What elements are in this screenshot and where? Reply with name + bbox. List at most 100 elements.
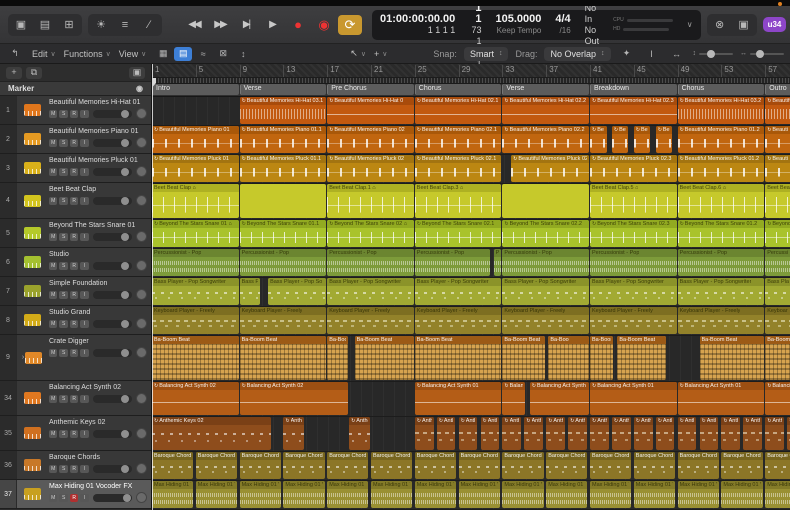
- volume-slider[interactable]: [93, 139, 132, 147]
- region[interactable]: Ba-Boom Beat: [152, 336, 239, 380]
- region[interactable]: Bass Player - Pop Songwriter: [678, 278, 765, 305]
- mute-button[interactable]: M: [49, 465, 57, 473]
- track-name[interactable]: Balancing Act Synth 02: [49, 383, 147, 392]
- track-lane[interactable]: Bass Player - Pop SongwriterBass PBass P…: [152, 278, 790, 307]
- mute-button[interactable]: M: [49, 262, 57, 270]
- pointer-tool-menu[interactable]: ↖∨: [350, 48, 366, 59]
- input-monitor-button[interactable]: I: [80, 395, 88, 403]
- track-header-row[interactable]: 4Beet Beat ClapMSRI: [0, 183, 151, 219]
- region[interactable]: Ba-Boom Beat: [240, 336, 327, 380]
- track-header-row[interactable]: 1Beautiful Memories Hi-Hat 01MSRI: [0, 96, 151, 125]
- region[interactable]: Ba-Boom Beat: [590, 336, 613, 380]
- record-enable-button[interactable]: R: [70, 395, 78, 403]
- region[interactable]: Keyboard Player - Freely: [590, 307, 677, 334]
- marquee-icon[interactable]: ⊠: [214, 47, 232, 61]
- volume-slider[interactable]: [93, 233, 132, 241]
- input-monitor-button[interactable]: I: [80, 320, 88, 328]
- functions-menu[interactable]: Functions∨: [64, 49, 111, 59]
- region[interactable]: ↻Beautiful Memories Hi-Hat 02.1: [415, 97, 502, 124]
- region[interactable]: Keyboard Player - Freely: [415, 307, 502, 334]
- region[interactable]: Keyboar: [765, 307, 790, 334]
- region[interactable]: ↻Beyond The Stars Snare 02 ⌂: [327, 220, 414, 247]
- region[interactable]: ↻Anthe: [349, 417, 370, 450]
- track-header-row[interactable]: 3Beautiful Memories Pluck 01MSRI: [0, 154, 151, 183]
- region[interactable]: ↻Balancing Act: [502, 382, 525, 415]
- region[interactable]: ↻Beautiful Memories Piano 01: [152, 126, 239, 153]
- region[interactable]: Baroque Chords: [590, 452, 631, 479]
- solo-button[interactable]: S: [59, 320, 67, 328]
- track-header-row[interactable]: 5Beyond The Stars Snare 01MSRI: [0, 219, 151, 248]
- region[interactable]: Baroque Chords: [415, 452, 456, 479]
- region[interactable]: Keyboard Player - Freely: [152, 307, 239, 334]
- mute-button[interactable]: M: [49, 139, 57, 147]
- track-lane[interactable]: ↻Beautiful Memories Hi-Hat 03.1↻Beautifu…: [152, 97, 790, 126]
- arrangement-marker[interactable]: Chorus: [415, 84, 502, 95]
- stop-button[interactable]: ▶|: [234, 15, 258, 35]
- region[interactable]: ↻Balancing Act Synth 01: [678, 382, 765, 415]
- region[interactable]: ↻Anthe: [415, 417, 434, 450]
- region[interactable]: Ba-Boom Beat: [700, 336, 765, 380]
- mute-button[interactable]: M: [49, 110, 57, 118]
- region[interactable]: Baroque Chords: [634, 452, 675, 479]
- mute-button[interactable]: M: [49, 291, 57, 299]
- track-lane[interactable]: Baroque ChordsBaroque ChordsBaroque Chor…: [152, 452, 790, 481]
- rewind-button[interactable]: ◀◀: [182, 15, 206, 35]
- track-header-row[interactable]: 7Simple FoundationMSRI: [0, 277, 151, 306]
- track-header-row[interactable]: 8Studio GrandMSRI: [0, 306, 151, 335]
- track-header-row[interactable]: 37Max Hiding 01 Vocoder FXMSRI: [0, 480, 151, 509]
- volume-slider[interactable]: [93, 168, 132, 176]
- track-name[interactable]: Crate Digger: [49, 337, 147, 346]
- region[interactable]: ↻Beautiful Memories Piano 02.1: [415, 126, 502, 153]
- bar-ruler[interactable]: 159131721252933374145495357: [152, 64, 790, 78]
- region[interactable]: ↻Anthe: [700, 417, 719, 450]
- region[interactable]: Max Hiding 01 V: [678, 481, 719, 508]
- region[interactable]: Max Hiding 01 V: [765, 481, 790, 508]
- region[interactable]: ↻Beauti: [765, 155, 790, 182]
- region[interactable]: ↻Beautiful Memories Pluck 01: [152, 155, 239, 182]
- region[interactable]: Max Hiding 01 V: [546, 481, 587, 508]
- region[interactable]: ↻Beautiful Memories Hi: [765, 97, 790, 124]
- arrangement-marker[interactable]: Pre Chorus: [327, 84, 414, 95]
- pan-knob[interactable]: [136, 108, 147, 119]
- input-monitor-button[interactable]: I: [80, 110, 88, 118]
- marker-track-icon[interactable]: ◉: [136, 84, 143, 93]
- vertical-zoom-slider[interactable]: ↕: [693, 50, 734, 57]
- region[interactable]: ↻Anthe: [437, 417, 456, 450]
- region[interactable]: ↻Balancing Act Synth 01: [590, 382, 677, 415]
- forward-button[interactable]: ▶▶: [208, 15, 232, 35]
- track-header-options-icon[interactable]: ▣: [129, 67, 145, 79]
- snap-dropdown[interactable]: Smart↕: [464, 47, 509, 61]
- pan-knob[interactable]: [136, 260, 147, 271]
- view-menu[interactable]: View∨: [119, 49, 146, 59]
- input-monitor-button[interactable]: I: [80, 494, 88, 502]
- region[interactable]: Baroque Chords: [283, 452, 324, 479]
- track-name[interactable]: Beautiful Memories Hi-Hat 01: [49, 98, 147, 107]
- region[interactable]: Max Hiding 01 V: [283, 481, 324, 508]
- region[interactable]: Beet Beat Clap.5 ⌂: [590, 184, 677, 218]
- region[interactable]: ↻Beautiful Memories Piano 01.2: [678, 126, 765, 153]
- track-lane[interactable]: Max Hiding 01 VMax Hiding 01 VMax Hiding…: [152, 481, 790, 510]
- toolbar-toggle-icon[interactable]: ⊞: [58, 16, 80, 34]
- region[interactable]: Max Hiding 01 V: [502, 481, 543, 508]
- arrangement-marker[interactable]: Breakdown: [590, 84, 677, 95]
- drag-dropdown[interactable]: No Overlap↕: [544, 47, 610, 61]
- input-monitor-button[interactable]: I: [80, 430, 88, 438]
- track-header-row[interactable]: 9›Crate DiggerMSRI: [0, 335, 151, 381]
- input-monitor-button[interactable]: I: [80, 465, 88, 473]
- region[interactable]: ↻Be: [634, 126, 651, 153]
- track-header-row[interactable]: 34Balancing Act Synth 02MSRI: [0, 381, 151, 416]
- record-enable-button[interactable]: R: [70, 291, 78, 299]
- quick-help-icon[interactable]: ☀: [90, 16, 112, 34]
- key-signature-badge[interactable]: u34: [763, 17, 787, 32]
- volume-slider[interactable]: [93, 465, 132, 473]
- record-enable-button[interactable]: R: [70, 349, 78, 357]
- region[interactable]: Baroque Chords: [546, 452, 587, 479]
- region[interactable]: Max Hiding 01 V: [721, 481, 762, 508]
- track-name[interactable]: Anthemic Keys 02: [49, 418, 147, 427]
- volume-slider[interactable]: [93, 110, 132, 118]
- pan-knob[interactable]: [136, 428, 147, 439]
- region[interactable]: Baroque Chords: [678, 452, 719, 479]
- region[interactable]: Beet Beat Clap.1 ⌂: [327, 184, 414, 218]
- pan-knob[interactable]: [136, 347, 147, 358]
- capture-record-button[interactable]: ◉: [312, 15, 336, 35]
